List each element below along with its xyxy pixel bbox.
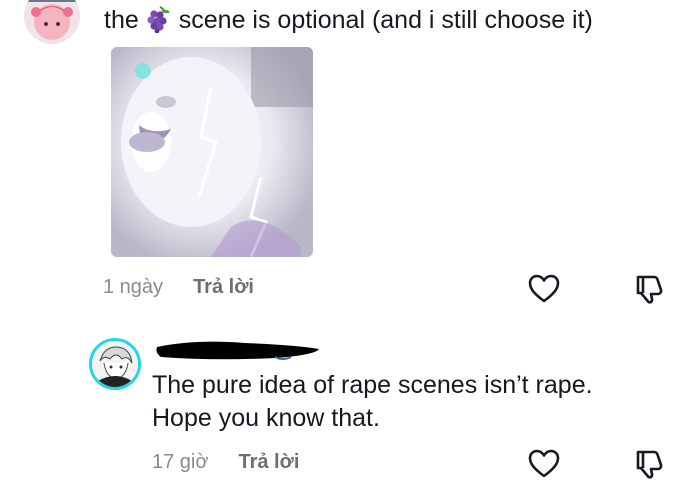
dislike-icon[interactable] bbox=[632, 272, 666, 306]
grapes-icon bbox=[147, 6, 170, 33]
comment-text-after: scene is optional (and i still choose it… bbox=[178, 6, 593, 34]
reply-text: The pure idea of rape scenes isn’t rape.… bbox=[152, 369, 593, 435]
sticker-image[interactable] bbox=[111, 47, 313, 257]
comment-meta: 1 ngày Trả lời bbox=[103, 276, 254, 299]
avatar[interactable] bbox=[24, 0, 80, 44]
heart-icon[interactable] bbox=[527, 272, 561, 306]
reply-reply-button[interactable]: Trả lời bbox=[238, 451, 299, 474]
reply-button[interactable]: Trả lời bbox=[193, 276, 254, 299]
redacted-username bbox=[156, 341, 319, 360]
reply-text-line1: The pure idea of rape scenes isn’t rape. bbox=[152, 371, 593, 399]
comment-time: 1 ngày bbox=[103, 276, 164, 298]
comment-text: the scene is optional (and i still choos… bbox=[104, 4, 593, 36]
reply-heart-icon[interactable] bbox=[527, 447, 561, 481]
reply-avatar[interactable] bbox=[89, 338, 141, 390]
reply-time: 17 giờ bbox=[152, 451, 209, 473]
reply-text-line2: Hope you know that. bbox=[152, 404, 380, 432]
reply-meta: 17 giờ Trả lời bbox=[152, 451, 299, 474]
comment-text-before: the bbox=[104, 6, 139, 34]
reply-dislike-icon[interactable] bbox=[632, 447, 666, 481]
